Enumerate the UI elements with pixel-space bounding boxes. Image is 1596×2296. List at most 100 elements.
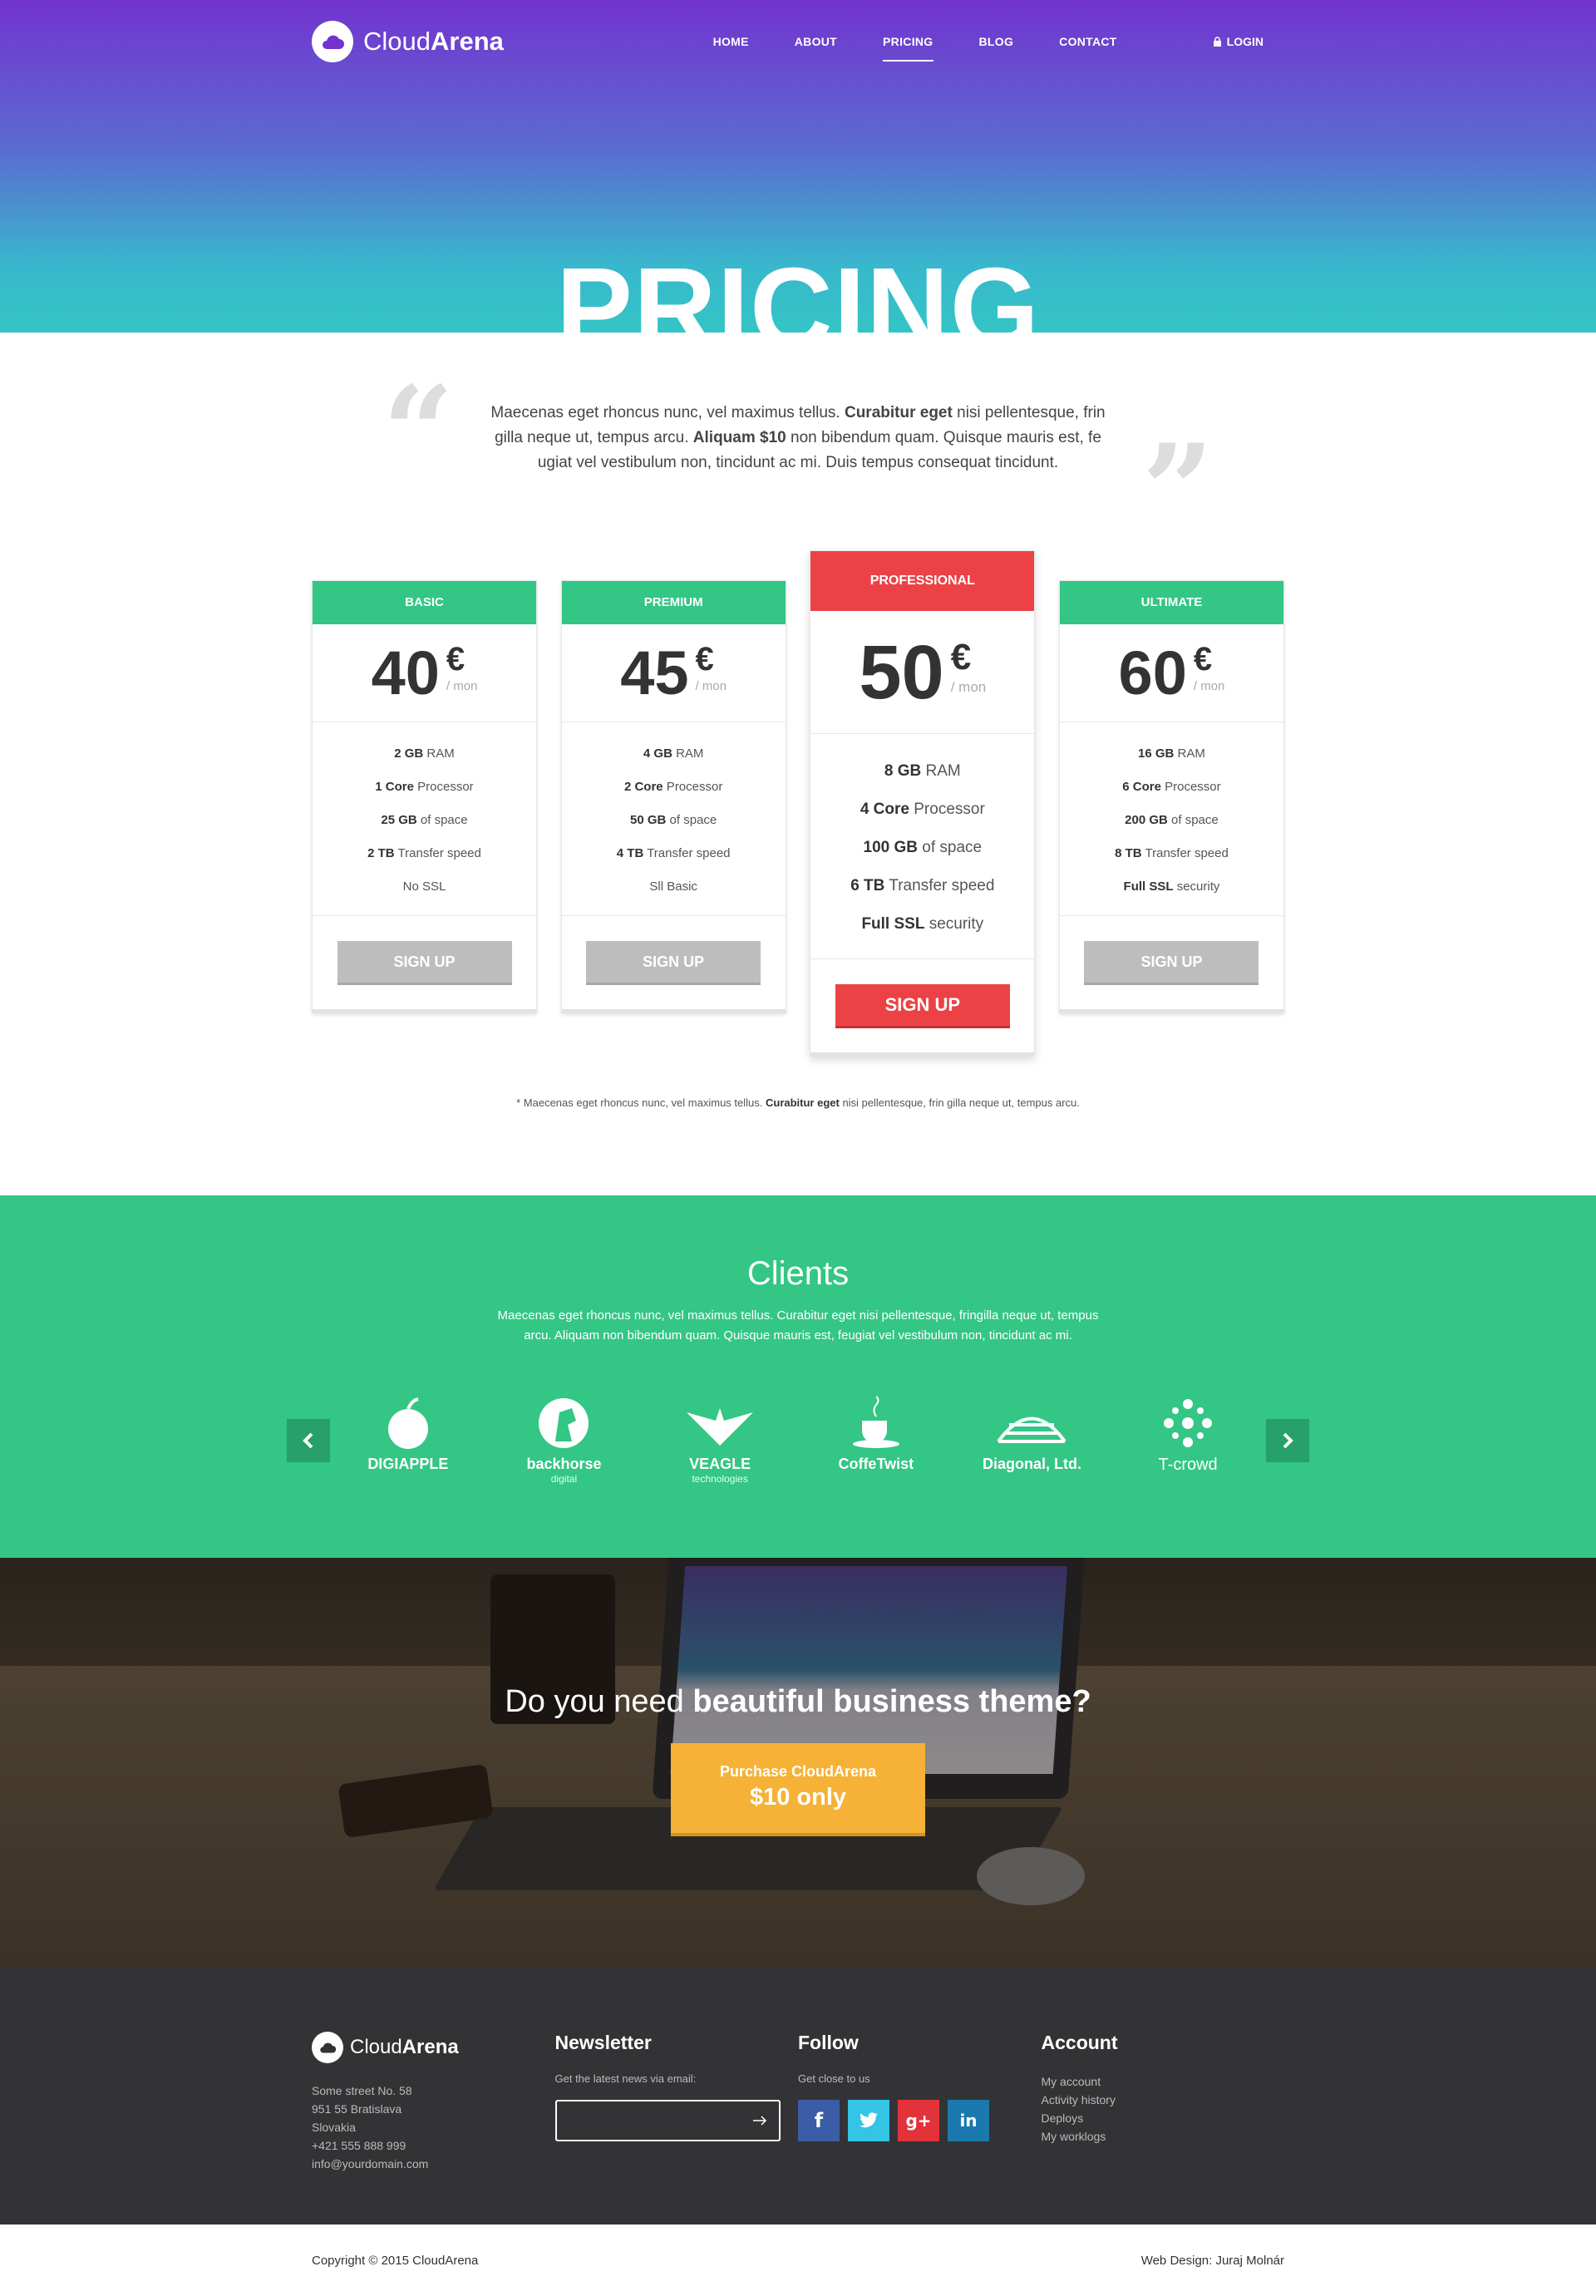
clients-carousel: DIGIAPPLE backhorse digital VEAGLE techn…: [287, 1396, 1309, 1485]
footer-contact: Cloud Arena Some street No. 58 951 55 Bra…: [312, 2032, 555, 2173]
arrow-right-icon[interactable]: [752, 2115, 767, 2126]
logo[interactable]: Cloud Arena: [312, 21, 504, 62]
feature-item: 6 Core Processor: [1122, 780, 1221, 794]
linkedin-icon[interactable]: in: [948, 2100, 989, 2141]
feature-item: 8 GB RAM: [884, 762, 961, 780]
signup-button-professional[interactable]: SIGN UP: [835, 984, 1010, 1026]
plan-features: 4 GB RAM 2 Core Processor 50 GB of space…: [561, 722, 786, 916]
feature-item: 2 TB Transfer speed: [367, 846, 481, 860]
main-menu: HOME ABOUT PRICING BLOG CONTACT: [667, 30, 1117, 62]
plan-name: BASIC: [313, 581, 536, 624]
feature-item: No SSL: [402, 879, 446, 894]
plan-professional: PROFESSIONAL 50 € / mon 8 GB RAM 4 Core P…: [810, 550, 1036, 1057]
hero-section: Cloud Arena HOME ABOUT PRICING BLOG CONTA…: [0, 0, 1596, 333]
client-logo-veagle[interactable]: VEAGLE technologies: [653, 1396, 786, 1485]
footer-follow: Follow Get close to us f g+ in: [798, 2032, 1042, 2173]
nav-pricing[interactable]: PRICING: [883, 30, 933, 62]
plan-name: PREMIUM: [561, 581, 786, 624]
plan-premium: PREMIUM 45 € / mon 4 GB RAM 2 Core Proces…: [560, 580, 786, 1013]
nav-about[interactable]: ABOUT: [795, 30, 837, 53]
intro-quote: “ Maecenas eget rhoncus nunc, vel maximu…: [382, 333, 1214, 553]
close-quote-icon: ”: [1141, 417, 1214, 564]
login-link[interactable]: LOGIN: [1213, 35, 1264, 48]
feature-item: 4 GB RAM: [643, 746, 704, 761]
plan-name: ULTIMATE: [1059, 581, 1283, 624]
quote-text: Maecenas eget rhoncus nunc, vel maximus …: [490, 404, 1106, 471]
dome-icon: [997, 1417, 1067, 1443]
copyright: Copyright © 2015 CloudArena: [312, 2253, 479, 2268]
feature-item: 100 GB of space: [863, 839, 983, 856]
plan-features: 8 GB RAM 4 Core Processor 100 GB of spac…: [810, 734, 1035, 959]
address: Some street No. 58 951 55 Bratislava Slo…: [312, 2084, 429, 2170]
lock-icon: [1213, 37, 1221, 47]
bottom-bar: Copyright © 2015 CloudArena Web Design: …: [312, 2225, 1284, 2296]
purchase-button[interactable]: Purchase CloudArena $10 only: [671, 1743, 925, 1833]
cta-section: Do you need beautiful business theme? Pu…: [0, 1558, 1596, 1967]
nav-blog[interactable]: BLOG: [979, 30, 1014, 53]
account-link[interactable]: Activity history: [1042, 2091, 1285, 2109]
feature-item: Sll Basic: [649, 879, 697, 894]
cloud-icon: [312, 2032, 343, 2063]
facebook-icon[interactable]: f: [798, 2100, 840, 2141]
client-logo-digiapple[interactable]: DIGIAPPLE: [342, 1396, 475, 1473]
signup-button-ultimate[interactable]: SIGN UP: [1084, 941, 1259, 983]
clients-text: Maecenas eget rhoncus nunc, vel maximus …: [497, 1308, 1099, 1343]
feature-item: 4 Core Processor: [860, 801, 985, 818]
account-link[interactable]: My account: [1042, 2072, 1285, 2091]
carousel-next-button[interactable]: [1266, 1418, 1309, 1462]
plan-ultimate: ULTIMATE 60 € / mon 16 GB RAM 6 Core Proc…: [1058, 580, 1284, 1013]
signup-button-premium[interactable]: SIGN UP: [586, 941, 761, 983]
cta-title: Do you need beautiful business theme?: [505, 1684, 1091, 1719]
pricing-footnote: * Maecenas eget rhoncus nunc, vel maximu…: [516, 1096, 1080, 1109]
plan-price: 40 € / mon: [313, 624, 536, 722]
feature-item: 2 Core Processor: [623, 780, 723, 794]
feature-item: 200 GB of space: [1125, 813, 1219, 827]
plan-price: 45 € / mon: [561, 624, 786, 722]
plan-price: 50 € / mon: [810, 611, 1035, 734]
footer-logo[interactable]: Cloud Arena: [312, 2032, 555, 2063]
client-logo-backhorse[interactable]: backhorse digital: [497, 1396, 630, 1485]
feature-item: 16 GB RAM: [1138, 746, 1205, 761]
horse-icon: [539, 1398, 589, 1448]
account-link[interactable]: My worklogs: [1042, 2127, 1285, 2146]
signup-button-basic[interactable]: SIGN UP: [337, 941, 512, 983]
client-logo-diagonal[interactable]: Diagonal, Ltd.: [965, 1396, 1098, 1473]
brand-bold: Arena: [431, 27, 504, 56]
newsletter-email-input[interactable]: [556, 2101, 752, 2140]
client-logo-tcrowd[interactable]: T-crowd: [1121, 1396, 1254, 1475]
navbar: Cloud Arena HOME ABOUT PRICING BLOG CONTA…: [312, 0, 1284, 83]
chevron-right-icon: [1283, 1432, 1293, 1448]
plan-name: PROFESSIONAL: [810, 551, 1035, 611]
carousel-prev-button[interactable]: [287, 1418, 330, 1462]
account-link[interactable]: Deploys: [1042, 2109, 1285, 2127]
network-icon: [1164, 1399, 1213, 1447]
apple-icon: [387, 1397, 428, 1449]
login-label: LOGIN: [1226, 35, 1264, 48]
footer: Cloud Arena Some street No. 58 951 55 Bra…: [0, 1967, 1596, 2225]
newsletter-form: [554, 2100, 781, 2141]
feature-item: 2 GB RAM: [394, 746, 455, 761]
footer-account: Account My account Activity history Depl…: [1042, 2032, 1285, 2173]
feature-item: 1 Core Processor: [375, 780, 474, 794]
google-plus-icon[interactable]: g+: [898, 2100, 939, 2141]
plan-price: 60 € / mon: [1059, 624, 1283, 722]
feature-item: 25 GB of space: [381, 813, 468, 827]
feature-item: 8 TB Transfer speed: [1115, 846, 1229, 860]
client-logo-coffetwist[interactable]: CoffeTwist: [810, 1396, 943, 1473]
cloud-icon: [312, 21, 353, 62]
feature-item: 50 GB of space: [630, 813, 717, 827]
feature-item: Full SSL security: [1123, 879, 1220, 894]
plan-features: 2 GB RAM 1 Core Processor 25 GB of space…: [313, 722, 536, 916]
open-quote-icon: “: [382, 359, 455, 505]
designer-credit: Web Design: Juraj Molnár: [1140, 2253, 1284, 2268]
twitter-icon[interactable]: [848, 2100, 889, 2141]
plan-features: 16 GB RAM 6 Core Processor 200 GB of spa…: [1059, 722, 1283, 916]
brand-light: Cloud: [363, 27, 431, 56]
feature-item: Full SSL security: [861, 915, 984, 933]
coffee-cup-icon: [852, 1396, 899, 1448]
nav-contact[interactable]: CONTACT: [1059, 30, 1117, 53]
pricing-section: BASIC 40 € / mon 2 GB RAM 1 Core Processo…: [312, 550, 1284, 1109]
clients-title: Clients: [746, 1255, 850, 1292]
plan-basic: BASIC 40 € / mon 2 GB RAM 1 Core Processo…: [312, 580, 537, 1013]
nav-home[interactable]: HOME: [713, 30, 749, 53]
